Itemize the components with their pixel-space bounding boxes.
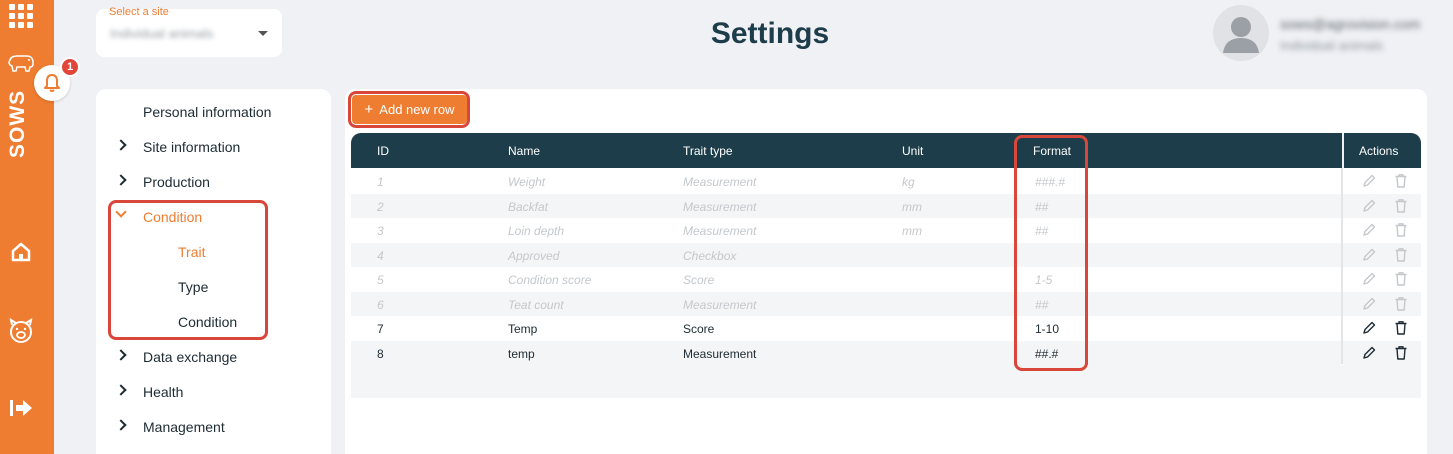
edit-icon bbox=[1363, 223, 1376, 236]
pig-icon[interactable] bbox=[7, 54, 35, 72]
table-row[interactable]: 6 Teat count Measurement ## bbox=[351, 291, 1341, 316]
trash-icon bbox=[1395, 174, 1407, 188]
logout-icon[interactable] bbox=[8, 395, 34, 421]
trash-icon bbox=[1395, 296, 1407, 311]
trash-icon bbox=[1395, 272, 1407, 286]
edit-icon bbox=[1363, 199, 1376, 212]
column-header-trait-type[interactable]: Trait type bbox=[683, 144, 733, 158]
cell-id: 5 bbox=[377, 273, 384, 287]
column-header-actions: Actions bbox=[1359, 144, 1399, 158]
bell-icon bbox=[44, 74, 60, 92]
edit-icon bbox=[1363, 248, 1376, 261]
cell-trait-type: Checkbox bbox=[683, 248, 737, 263]
row-actions bbox=[1343, 340, 1421, 365]
cell-name: Weight bbox=[508, 175, 546, 189]
cell-name: Backfat bbox=[508, 199, 549, 214]
cell-trait-type: Measurement bbox=[683, 199, 757, 214]
edit-icon[interactable] bbox=[1361, 320, 1377, 336]
notification-count-badge: 1 bbox=[60, 57, 80, 77]
trash-icon bbox=[1395, 223, 1407, 237]
user-subtitle: Individual animals bbox=[1280, 38, 1384, 53]
pig-face-icon[interactable] bbox=[8, 318, 34, 344]
cell-trait-type: Measurement bbox=[683, 224, 757, 238]
cell-name: Condition score bbox=[508, 273, 592, 287]
cell-id: 3 bbox=[377, 224, 384, 238]
row-actions bbox=[1343, 291, 1421, 316]
trash-icon[interactable] bbox=[1393, 345, 1409, 361]
nav-item-label: Management bbox=[143, 418, 225, 435]
nav-item-label: Personal information bbox=[143, 103, 272, 120]
chevron-right-icon bbox=[115, 139, 127, 151]
table-row[interactable]: 8 temp Measurement ##.# bbox=[351, 340, 1341, 365]
table-footer bbox=[351, 365, 1421, 398]
cell-id: 2 bbox=[377, 199, 384, 214]
cell-name: temp bbox=[508, 346, 535, 361]
actions-divider bbox=[1341, 168, 1343, 364]
nav-item-data-exchange[interactable]: Data exchange bbox=[96, 339, 331, 374]
nav-item-label: Site information bbox=[143, 138, 241, 155]
table-row[interactable]: 2 Backfat Measurement mm ## bbox=[351, 193, 1341, 218]
cell-name: Loin depth bbox=[508, 224, 565, 238]
table-row[interactable]: 7 Temp Score 1-10 bbox=[351, 316, 1341, 341]
row-actions bbox=[1343, 242, 1421, 267]
nav-item-personal-information[interactable]: Personal information bbox=[96, 94, 331, 129]
highlight-condition-menu bbox=[108, 200, 268, 340]
edit-icon bbox=[1363, 174, 1376, 187]
cell-name: Approved bbox=[508, 248, 560, 263]
chevron-right-icon bbox=[115, 419, 127, 431]
home-icon[interactable] bbox=[10, 241, 32, 263]
nav-item-label: Production bbox=[143, 173, 210, 190]
table-header: ID Name Trait type Unit Format Actions bbox=[351, 133, 1421, 168]
column-divider bbox=[1342, 133, 1344, 168]
cell-trait-type: Score bbox=[683, 273, 715, 287]
column-header-id[interactable]: ID bbox=[377, 144, 389, 158]
trash-icon bbox=[1395, 247, 1407, 262]
column-header-name[interactable]: Name bbox=[508, 144, 540, 158]
table-row[interactable]: 1 Weight Measurement kg ###.# bbox=[351, 169, 1341, 194]
cell-trait-type: Score bbox=[683, 322, 715, 336]
chevron-right-icon bbox=[115, 384, 127, 396]
table-row[interactable]: 4 Approved Checkbox bbox=[351, 242, 1341, 267]
cell-unit: kg bbox=[902, 175, 915, 189]
cell-id: 7 bbox=[377, 322, 384, 336]
row-actions bbox=[1343, 218, 1421, 243]
chevron-right-icon bbox=[115, 349, 127, 361]
cell-trait-type: Measurement bbox=[683, 346, 757, 361]
edit-icon bbox=[1363, 297, 1376, 310]
nav-item-health[interactable]: Health bbox=[96, 374, 331, 409]
brand-logo: SOWS bbox=[6, 89, 29, 158]
highlight-format-column bbox=[1014, 135, 1088, 371]
table-row[interactable]: 3 Loin depth Measurement mm ## bbox=[351, 218, 1341, 243]
nav-item-label: Health bbox=[143, 383, 184, 400]
nav-item-management[interactable]: Management bbox=[96, 409, 331, 444]
edit-icon[interactable] bbox=[1361, 345, 1377, 361]
table-row[interactable]: 5 Condition score Score 1-5 bbox=[351, 267, 1341, 292]
cell-id: 4 bbox=[377, 248, 384, 263]
cell-unit: mm bbox=[902, 224, 922, 238]
avatar[interactable] bbox=[1213, 5, 1269, 61]
chevron-right-icon bbox=[115, 174, 127, 186]
nav-item-production[interactable]: Production bbox=[96, 164, 331, 199]
user-email: sows@agrovision.com bbox=[1280, 16, 1421, 32]
cell-name: Teat count bbox=[508, 297, 564, 312]
highlight-add-button bbox=[348, 91, 470, 128]
cell-name: Temp bbox=[508, 322, 538, 336]
column-header-unit[interactable]: Unit bbox=[902, 144, 923, 158]
cell-id: 8 bbox=[377, 346, 384, 361]
row-actions bbox=[1343, 193, 1421, 218]
edit-icon bbox=[1363, 272, 1376, 285]
cell-id: 6 bbox=[377, 297, 384, 312]
trash-icon bbox=[1395, 198, 1407, 213]
row-actions bbox=[1343, 267, 1421, 292]
user-avatar-icon bbox=[1223, 17, 1259, 53]
cell-trait-type: Measurement bbox=[683, 175, 757, 189]
nav-item-label: Data exchange bbox=[143, 348, 238, 365]
row-actions bbox=[1343, 316, 1421, 341]
cell-unit: mm bbox=[902, 199, 922, 214]
trash-icon[interactable] bbox=[1393, 320, 1409, 336]
cell-trait-type: Measurement bbox=[683, 297, 757, 312]
row-actions bbox=[1343, 169, 1421, 194]
cell-id: 1 bbox=[377, 175, 384, 189]
nav-item-site-information[interactable]: Site information bbox=[96, 129, 331, 164]
